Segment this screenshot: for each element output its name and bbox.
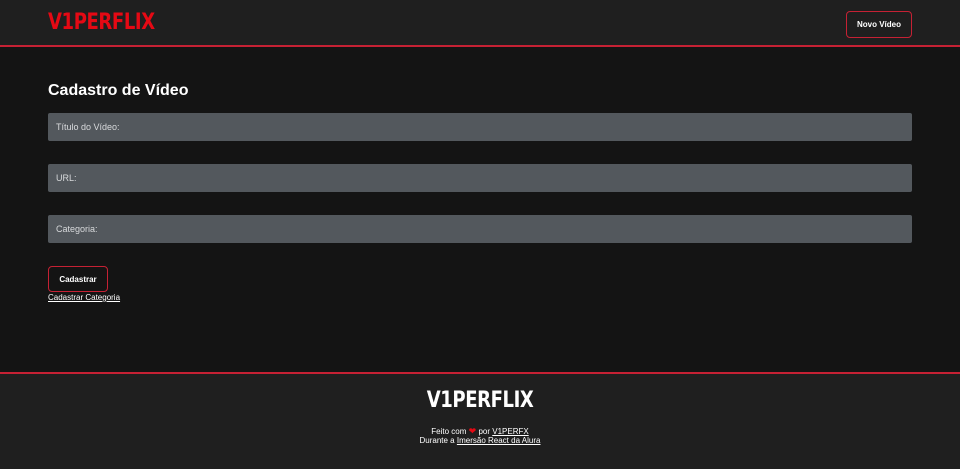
made-with-text: Feito com [431, 427, 467, 436]
page-title: Cadastro de Vídeo [48, 82, 189, 99]
heart-icon: ❤ [468, 426, 477, 436]
main-content: Cadastro de Vídeo Título do Vídeo: URL: … [48, 82, 912, 302]
category-field[interactable]: Categoria: [48, 215, 912, 243]
author-link[interactable]: V1PERFX [492, 427, 528, 436]
top-navbar: V1PERFLIX Novo Vídeo [0, 0, 960, 47]
by-text: por [478, 427, 490, 436]
footer-event: Durante a Imersão React da Alura [0, 436, 960, 445]
video-title-field[interactable]: Título do Vídeo: [48, 113, 912, 141]
event-link[interactable]: Imersão React da Alura [457, 436, 541, 445]
submit-button[interactable]: Cadastrar [48, 266, 108, 292]
register-category-link[interactable]: Cadastrar Categoria [48, 293, 120, 302]
logo[interactable]: V1PERFLIX [48, 10, 155, 35]
url-label: URL: [56, 173, 77, 183]
footer-logo-text: V1PERFLIX [426, 388, 534, 413]
url-field[interactable]: URL: [48, 164, 912, 192]
during-text: Durante a [419, 436, 455, 445]
footer: V1PERFLIX Feito com ❤ por V1PERFX Durant… [0, 372, 960, 469]
category-label: Categoria: [56, 224, 98, 234]
footer-logo[interactable]: V1PERFLIX [0, 388, 960, 413]
new-video-button[interactable]: Novo Vídeo [846, 11, 912, 38]
video-title-label: Título do Vídeo: [56, 122, 120, 132]
